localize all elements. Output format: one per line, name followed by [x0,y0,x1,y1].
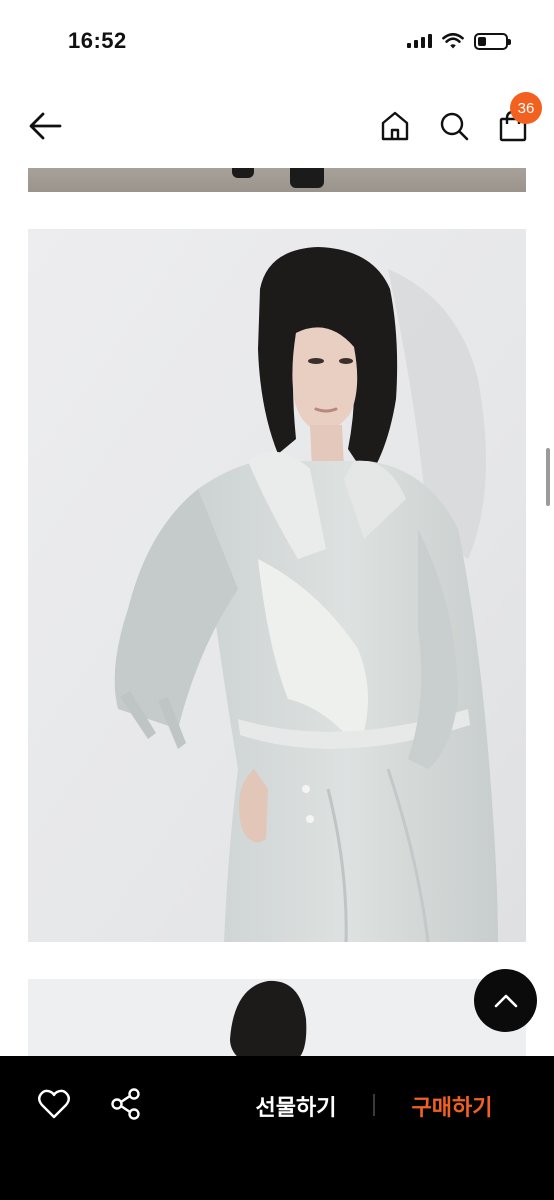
product-photo-next [28,979,526,1059]
home-button[interactable] [375,106,415,146]
shoe-detail [232,168,254,178]
heart-icon [38,1089,70,1119]
search-button[interactable] [434,106,474,146]
wifi-icon [442,32,464,48]
bottom-action-bar: 선물하기 구매하기 [0,1056,554,1200]
battery-icon [474,32,511,50]
share-button[interactable] [108,1086,144,1122]
cellular-signal-icon [407,34,432,48]
scroll-indicator [546,448,550,506]
product-photo [28,229,526,942]
shoe-detail [290,168,324,188]
share-icon [111,1088,140,1120]
battery-level [478,36,486,46]
status-time: 16:52 [68,28,127,53]
arrow-left-icon [29,112,62,140]
cart-count-badge: 36 [510,92,542,124]
status-icons [407,30,511,52]
chevron-up-icon [494,994,517,1007]
scroll-to-top-button[interactable] [474,969,537,1032]
back-button[interactable] [24,106,68,146]
home-icon [381,111,409,141]
product-image-previous [28,168,526,192]
product-image-next[interactable] [28,979,526,1059]
top-nav-bar [0,84,554,168]
divider [373,1094,375,1116]
product-image-main[interactable] [28,229,526,942]
buy-button[interactable]: 구매하기 [388,1088,516,1124]
search-icon [440,112,469,141]
gift-button[interactable]: 선물하기 [232,1088,360,1124]
wishlist-button[interactable] [36,1086,72,1122]
status-bar: 16:52 [0,0,554,84]
